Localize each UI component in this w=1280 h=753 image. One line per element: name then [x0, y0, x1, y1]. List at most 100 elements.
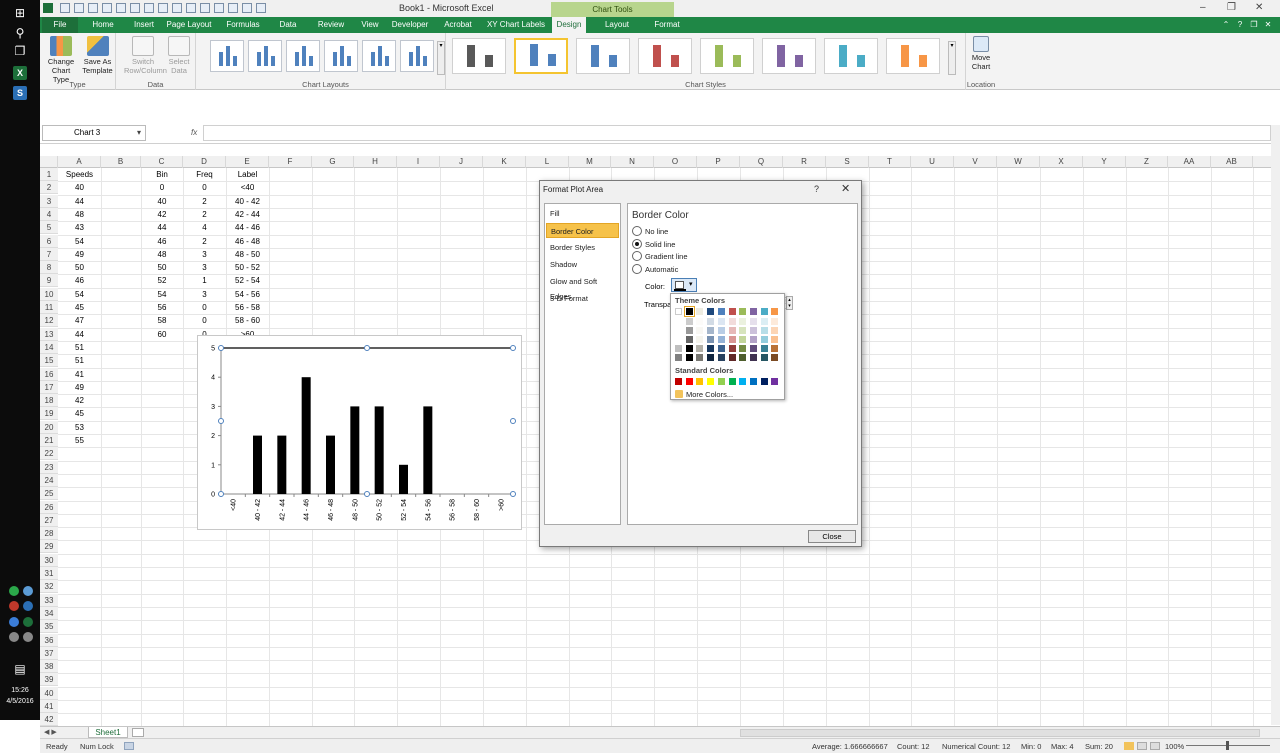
- ribbon-minimize-icon[interactable]: ⌃: [1220, 17, 1232, 33]
- cell-bin[interactable]: 0: [141, 181, 183, 194]
- column-header-p[interactable]: P: [697, 156, 740, 168]
- sheet-nav-icon[interactable]: ◀ ▶: [44, 728, 57, 736]
- theme-shade-swatch[interactable]: [771, 336, 779, 343]
- row-header-10[interactable]: 10: [40, 287, 58, 301]
- sheet-tab-sheet1[interactable]: Sheet1: [88, 727, 128, 738]
- theme-color-swatch[interactable]: [760, 308, 768, 315]
- cell-freq-header[interactable]: Freq: [183, 168, 226, 181]
- row-header-41[interactable]: 41: [40, 700, 58, 713]
- tab-acrobat[interactable]: Acrobat: [438, 17, 478, 33]
- cell-freq[interactable]: 2: [183, 208, 226, 221]
- radio-automatic[interactable]: [632, 264, 642, 275]
- theme-shade-swatch[interactable]: [696, 336, 704, 343]
- cell-speed[interactable]: 49: [58, 381, 101, 394]
- tray-icon[interactable]: [23, 586, 33, 596]
- select-data-button[interactable]: Select Data: [164, 36, 194, 75]
- tab-file[interactable]: File: [42, 17, 78, 33]
- row-header-36[interactable]: 36: [40, 633, 58, 647]
- cell-freq[interactable]: 0: [183, 314, 226, 327]
- tab-developer[interactable]: Developer: [388, 17, 432, 33]
- theme-shade-swatch[interactable]: [685, 318, 693, 325]
- sort-icon[interactable]: [228, 3, 238, 13]
- theme-shade-swatch[interactable]: [739, 336, 747, 343]
- tray-icon[interactable]: [9, 601, 19, 611]
- theme-shade-swatch[interactable]: [707, 345, 715, 352]
- theme-shade-swatch[interactable]: [760, 345, 768, 352]
- column-header-e[interactable]: E: [226, 156, 269, 168]
- theme-color-swatch[interactable]: [749, 308, 757, 315]
- row-header-8[interactable]: 8: [40, 261, 58, 275]
- chart-layout-thumbnail[interactable]: [400, 40, 434, 72]
- row-header-17[interactable]: 17: [40, 380, 58, 394]
- theme-shade-swatch[interactable]: [760, 336, 768, 343]
- column-header-m[interactable]: M: [569, 156, 611, 168]
- row-header-24[interactable]: 24: [40, 473, 58, 487]
- theme-shade-swatch[interactable]: [685, 354, 693, 361]
- cell-bin[interactable]: 40: [141, 195, 183, 208]
- tab-insert[interactable]: Insert: [128, 17, 160, 33]
- theme-shade-swatch[interactable]: [717, 336, 725, 343]
- workbook-close-icon[interactable]: ✕: [1262, 17, 1274, 33]
- cell-speed[interactable]: 53: [58, 421, 101, 434]
- column-header-f[interactable]: F: [269, 156, 312, 168]
- cell-bin[interactable]: 54: [141, 288, 183, 301]
- theme-shade-swatch[interactable]: [739, 327, 747, 334]
- selection-handle[interactable]: [218, 418, 224, 424]
- cell-speed[interactable]: 43: [58, 221, 101, 234]
- standard-color-swatch[interactable]: [760, 378, 768, 385]
- cell-label[interactable]: 46 - 48: [226, 235, 269, 248]
- page-break-view-icon[interactable]: [1150, 742, 1160, 750]
- tray-icon[interactable]: [9, 586, 19, 596]
- row-header-32[interactable]: 32: [40, 580, 58, 594]
- chart-style-thumbnail[interactable]: [886, 38, 940, 74]
- theme-shade-swatch[interactable]: [696, 354, 704, 361]
- cell-speed[interactable]: 48: [58, 208, 101, 221]
- insert-function-icon[interactable]: fx: [191, 128, 197, 137]
- column-header-b[interactable]: B: [101, 156, 141, 168]
- row-header-18[interactable]: 18: [40, 394, 58, 408]
- tray-icon[interactable]: [23, 601, 33, 611]
- chart-layout-thumbnail[interactable]: [362, 40, 396, 72]
- theme-shade-swatch[interactable]: [771, 327, 779, 334]
- theme-color-swatch[interactable]: [675, 308, 682, 315]
- category-border-styles[interactable]: Border Styles: [546, 240, 619, 255]
- theme-shade-swatch[interactable]: [707, 318, 715, 325]
- network-icon[interactable]: [9, 632, 19, 642]
- selection-handle[interactable]: [218, 345, 224, 351]
- row-header-34[interactable]: 34: [40, 606, 58, 620]
- theme-shade-swatch[interactable]: [675, 318, 682, 325]
- row-header-14[interactable]: 14: [40, 340, 58, 354]
- theme-shade-swatch[interactable]: [696, 327, 704, 334]
- column-header-o[interactable]: O: [654, 156, 697, 168]
- save-icon[interactable]: [88, 3, 98, 13]
- cell-label[interactable]: 44 - 46: [226, 221, 269, 234]
- column-header-d[interactable]: D: [183, 156, 226, 168]
- row-header-4[interactable]: 4: [40, 207, 58, 221]
- format-painter-icon[interactable]: [186, 3, 196, 13]
- open-icon[interactable]: [74, 3, 84, 13]
- histogram-bar[interactable]: [301, 377, 311, 494]
- cell-freq[interactable]: 3: [183, 288, 226, 301]
- close-button[interactable]: Close: [808, 530, 856, 543]
- row-header-19[interactable]: 19: [40, 407, 58, 421]
- theme-color-swatch[interactable]: [696, 308, 704, 315]
- cell-speeds-header[interactable]: Speeds: [58, 168, 101, 181]
- column-header-j[interactable]: J: [440, 156, 483, 168]
- column-header-h[interactable]: H: [354, 156, 397, 168]
- row-header-37[interactable]: 37: [40, 646, 58, 660]
- theme-shade-swatch[interactable]: [739, 318, 747, 325]
- chart-object[interactable]: 0 1 2 3 4 5 <40 40 - 42 42 - 44 44 - 46 46 - 48 48 …: [197, 335, 522, 530]
- theme-shade-swatch[interactable]: [685, 345, 693, 352]
- theme-shade-swatch[interactable]: [675, 345, 682, 352]
- help-circle-icon[interactable]: ?: [1234, 17, 1246, 33]
- column-header-k[interactable]: K: [483, 156, 526, 168]
- chart-style-thumbnail[interactable]: [514, 38, 568, 74]
- row-header-6[interactable]: 6: [40, 234, 58, 248]
- windows-start-icon[interactable]: ⊞: [8, 4, 32, 22]
- column-header-z[interactable]: Z: [1126, 156, 1168, 168]
- selection-handle[interactable]: [218, 491, 224, 497]
- cell-label[interactable]: <40: [226, 181, 269, 194]
- standard-color-swatch[interactable]: [739, 378, 747, 385]
- cell-speed[interactable]: 40: [58, 181, 101, 194]
- cell-bin[interactable]: 60: [141, 328, 183, 341]
